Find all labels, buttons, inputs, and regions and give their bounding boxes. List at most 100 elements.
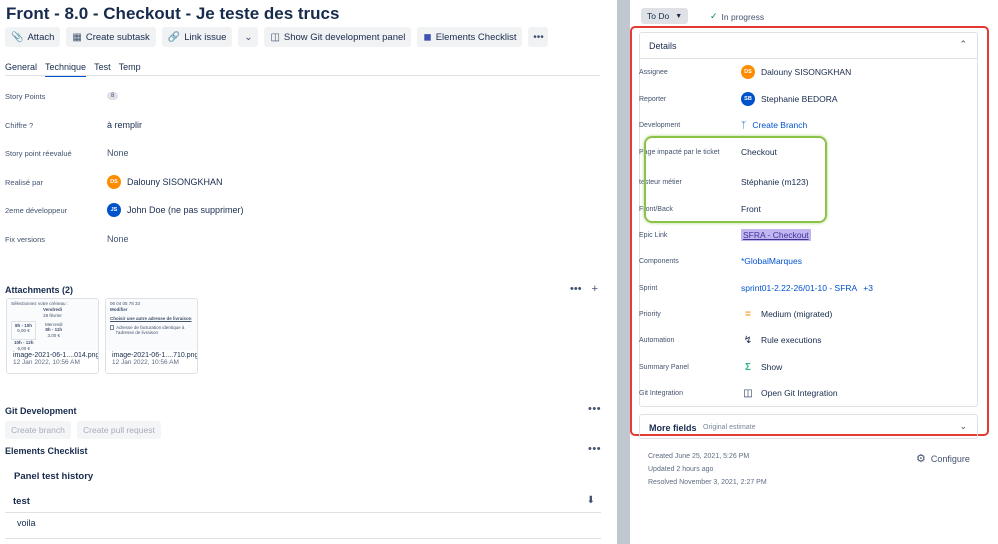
checklist-item[interactable]: voila <box>17 518 36 528</box>
realise-par-label: Realisé par <box>5 177 43 187</box>
assignee-value[interactable]: DS Dalouny SISONGKHAN <box>741 65 851 79</box>
fix-versions-label: Fix versions <box>5 234 46 244</box>
more-fields-panel[interactable]: More fields Original estimate ⌄ <box>639 414 978 439</box>
components-value[interactable]: *GlobalMarques <box>741 256 802 266</box>
check-icon: ✓ <box>710 11 718 21</box>
detail-automation: Automation ↯ Rule executions <box>639 331 964 349</box>
detail-components: Components *GlobalMarques <box>639 252 964 270</box>
status-dropdown[interactable]: To Do ▼ <box>641 8 689 24</box>
more-options-button[interactable]: ••• <box>528 27 549 47</box>
story-point-reevalue-value[interactable]: None <box>107 148 129 158</box>
thumb-text: 28 février <box>43 312 62 318</box>
summary-panel-label: Summary Panel <box>639 363 689 371</box>
assignee-name: Dalouny SISONGKHAN <box>761 67 852 77</box>
transition-in-progress[interactable]: ✓ In progress <box>710 11 764 22</box>
show-git-panel-button[interactable]: ◫ Show Git development panel <box>264 27 412 47</box>
automation-label: Automation <box>639 336 675 344</box>
create-pull-request-button[interactable]: Create pull request <box>77 421 161 439</box>
elements-checklist-label: Elements Checklist <box>435 31 517 43</box>
thumb-text: Modifier <box>110 306 128 312</box>
branch-icon: ᛉ <box>741 120 747 130</box>
realise-par-name: Dalouny SISONGKHAN <box>127 177 223 187</box>
realise-par-value[interactable]: DS Dalouny SISONGKHAN <box>107 175 223 189</box>
field-realise-par: Realisé par DS Dalouny SISONGKHAN <box>5 172 595 192</box>
checklist-row[interactable]: test ⬇ <box>5 491 601 513</box>
2eme-developpeur-value[interactable]: JS John Doe (ne pas supprimer) <box>107 203 244 217</box>
git-more-icon[interactable]: ••• <box>588 403 601 415</box>
download-icon[interactable]: ⬇ <box>587 495 595 506</box>
avatar: SB <box>741 92 755 106</box>
elements-checklist-button[interactable]: ◼ Elements Checklist <box>417 27 523 47</box>
components-label: Components <box>639 257 679 265</box>
reporter-value[interactable]: SB Stephanie BEDORA <box>741 92 838 106</box>
more-fields-subtitle: Original estimate <box>703 424 756 431</box>
sprint-more-count[interactable]: +3 <box>863 283 873 293</box>
attach-button[interactable]: 📎 Attach <box>5 27 61 47</box>
attachments-more-icon[interactable]: ••• <box>570 283 582 295</box>
link-icon: 🔗 <box>167 31 181 43</box>
automation-value[interactable]: ↯ Rule executions <box>741 334 822 346</box>
subtask-icon: ▦ <box>72 31 82 43</box>
add-attachment-icon[interactable]: + <box>592 283 598 295</box>
git-integration-icon: ◫ <box>743 387 753 399</box>
lightning-icon: ↯ <box>743 334 753 346</box>
create-subtask-label: Create subtask <box>85 31 150 43</box>
pane-divider[interactable] <box>617 0 630 544</box>
detail-development: Development ᛉ Create Branch <box>639 116 964 134</box>
attachment-card[interactable]: 06 04 05 78 33 Modifier Choisir une autr… <box>105 298 198 374</box>
reporter-label: Reporter <box>639 95 667 103</box>
thumb-text: Adresse de facturation identique à l'adr… <box>116 324 185 336</box>
2eme-developpeur-name: John Doe (ne pas supprimer) <box>127 205 244 215</box>
panel-test-history: Panel test history <box>14 471 94 482</box>
reporter-name: Stephanie BEDORA <box>761 94 838 104</box>
create-branch-button[interactable]: Create branch <box>5 421 71 439</box>
checklist-more-icon[interactable]: ••• <box>588 443 601 455</box>
attachments-actions: ••• + <box>570 283 598 295</box>
resolved-date: Resolved November 3, 2021, 2:27 PM <box>648 479 767 486</box>
gear-icon: ⚙ <box>916 453 926 465</box>
detail-sprint: Sprint sprint01-2.22-26/01-10 - SFRA +3 <box>639 279 964 297</box>
issue-title[interactable]: Front - 8.0 - Checkout - Je teste des tr… <box>6 4 339 24</box>
configure-button[interactable]: ⚙ Configure <box>916 452 970 465</box>
field-2eme-developpeur: 2eme développeur JS John Doe (ne pas sup… <box>5 200 595 220</box>
sprint-label: Sprint <box>639 284 658 292</box>
transition-label: In progress <box>721 11 765 22</box>
avatar: DS <box>107 175 121 189</box>
priority-value[interactable]: = Medium (migrated) <box>741 309 832 320</box>
attachment-name: image-2021-06-1....014.png <box>13 352 98 359</box>
chiffre-value[interactable]: à remplir <box>107 120 142 130</box>
git-integration-label: Git Integration <box>639 389 683 397</box>
issue-toolbar: 📎 Attach ▦ Create subtask 🔗 Link issue ⌄… <box>5 27 549 47</box>
more-dots-icon: ••• <box>533 31 544 43</box>
sprint-link[interactable]: sprint01-2.22-26/01-10 - SFRA <box>741 283 857 293</box>
priority-label: Priority <box>639 310 661 318</box>
epic-link-tag[interactable]: SFRA - Checkout <box>741 229 811 241</box>
rule-executions-text: Rule executions <box>761 335 822 345</box>
attachment-name: image-2021-06-1....710.png <box>112 352 197 359</box>
epic-link-label: Epic Link <box>639 231 668 239</box>
create-subtask-button[interactable]: ▦ Create subtask <box>66 27 156 47</box>
thumb-text: Choisir une autre adresse de livraison <box>110 315 192 321</box>
more-actions-dropdown[interactable]: ⌄ <box>238 27 259 47</box>
chevron-up-icon[interactable]: ⌃ <box>959 39 967 50</box>
detail-assignee: Assignee DS Dalouny SISONGKHAN <box>639 63 964 81</box>
chevron-down-icon[interactable]: ⌄ <box>959 421 967 432</box>
git-integration-value[interactable]: ◫ Open Git Integration <box>741 387 838 399</box>
fix-versions-value[interactable]: None <box>107 234 129 244</box>
show-git-label: Show Git development panel <box>283 31 406 43</box>
story-points-value[interactable]: 8 <box>107 92 119 100</box>
link-issue-button[interactable]: 🔗 Link issue <box>161 27 233 47</box>
create-branch-link[interactable]: ᛉ Create Branch <box>741 120 807 130</box>
attachment-card[interactable]: Sélectionnez votre créneau : Vendredi 28… <box>6 298 99 374</box>
git-integration-text: Open Git Integration <box>761 388 838 398</box>
priority-medium-icon: = <box>745 308 751 320</box>
details-header[interactable]: Details ⌃ <box>640 33 977 59</box>
summary-show-text: Show <box>761 362 783 372</box>
development-label: Development <box>639 121 681 129</box>
checklist-row-label: test <box>13 496 30 507</box>
summary-panel-value[interactable]: Σ Show <box>741 362 782 373</box>
elements-checklist-title: Elements Checklist <box>5 446 88 456</box>
priority-text: Medium (migrated) <box>761 309 833 319</box>
attachment-date: 12 Jan 2022, 10:56 AM <box>112 359 179 366</box>
tab-divider <box>5 75 600 76</box>
